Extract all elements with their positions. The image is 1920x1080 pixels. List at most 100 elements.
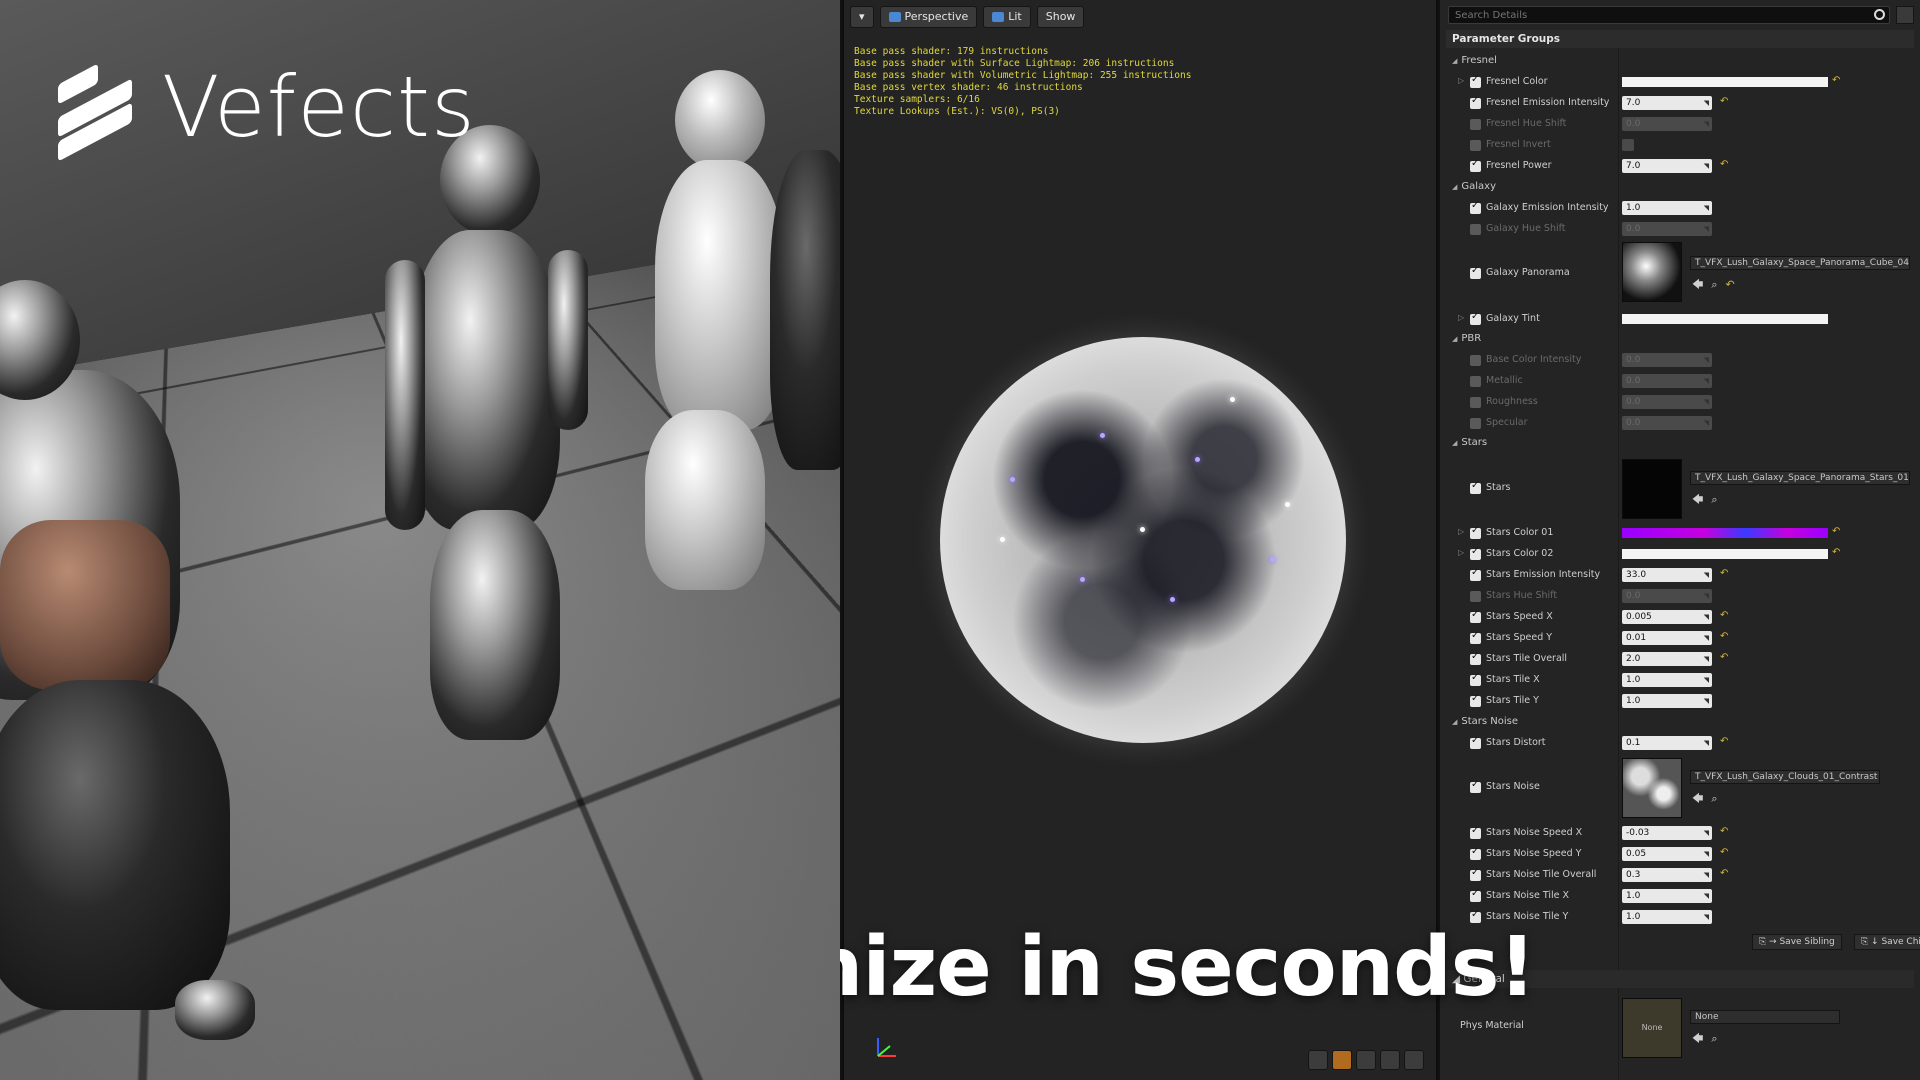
reset-arrow-icon[interactable]: ↶ <box>1720 96 1728 107</box>
use-selected-icon[interactable]: 🡄 <box>1692 792 1711 805</box>
galaxy-panorama-asset-picker[interactable]: T_VFX_Lush_Galaxy_Space_Panorama_Cube_04 <box>1690 256 1910 270</box>
value-field[interactable]: 0.0 <box>1622 353 1712 367</box>
reset-arrow-icon[interactable]: ↶ <box>1720 652 1728 663</box>
value-field[interactable]: 1.0 <box>1622 694 1712 708</box>
reset-arrow-icon[interactable]: ↶ <box>1720 736 1728 747</box>
reset-arrow-icon[interactable]: ↶ <box>1720 610 1728 621</box>
bool-checkbox[interactable] <box>1622 139 1634 151</box>
reset-arrow-icon[interactable]: ↶ <box>1720 847 1728 858</box>
checkbox[interactable] <box>1470 693 1481 707</box>
value-field[interactable]: 2.0 <box>1622 652 1712 666</box>
reset-arrow-icon[interactable]: ↶ <box>1720 826 1728 837</box>
reset-arrow-icon[interactable]: ↶ <box>1720 631 1728 642</box>
reset-arrow-icon[interactable]: ↶ <box>1720 868 1728 879</box>
use-selected-icon[interactable]: 🡄 <box>1692 493 1711 506</box>
checkbox[interactable] <box>1470 525 1481 539</box>
plane-icon[interactable] <box>1356 1050 1376 1070</box>
checkbox[interactable] <box>1470 418 1481 429</box>
checkbox[interactable] <box>1470 630 1481 644</box>
checkbox[interactable] <box>1470 888 1481 902</box>
checkbox[interactable] <box>1470 265 1481 279</box>
use-selected-icon[interactable]: 🡄 <box>1692 278 1711 291</box>
cylinder-icon[interactable] <box>1308 1050 1328 1070</box>
value-field[interactable]: 0.0 <box>1622 589 1712 603</box>
checkbox[interactable] <box>1470 74 1481 88</box>
sphere-icon[interactable] <box>1332 1050 1352 1070</box>
checkbox[interactable] <box>1470 119 1481 130</box>
value-field[interactable]: 0.0 <box>1622 374 1712 388</box>
checkbox[interactable] <box>1470 158 1481 172</box>
perspective-button[interactable]: Perspective <box>879 6 978 28</box>
value-field[interactable]: -0.03 <box>1622 826 1712 840</box>
expand-arrow-icon[interactable]: ▷ <box>1458 76 1464 85</box>
browse-icon[interactable]: ⌕ <box>1711 1032 1725 1045</box>
value-field[interactable]: 7.0 <box>1622 96 1712 110</box>
checkbox[interactable] <box>1470 591 1481 602</box>
value-field[interactable]: 0.0 <box>1622 222 1712 236</box>
phys-material-picker[interactable]: None <box>1690 1010 1840 1024</box>
viewport-options-button[interactable]: ▾ <box>850 6 874 28</box>
checkbox[interactable] <box>1470 546 1481 560</box>
value-field[interactable]: 0.3 <box>1622 868 1712 882</box>
view-options-icon[interactable] <box>1896 6 1914 24</box>
checkbox[interactable] <box>1470 567 1481 581</box>
checkbox[interactable] <box>1470 672 1481 686</box>
phys-material-thumbnail[interactable]: None <box>1622 998 1682 1058</box>
group-stars[interactable]: Stars <box>1452 437 1487 448</box>
value-field[interactable]: 1.0 <box>1622 673 1712 687</box>
checkbox[interactable] <box>1470 355 1481 366</box>
reset-arrow-icon[interactable]: ↶ <box>1832 526 1840 537</box>
save-sibling-button[interactable]: ⎘ → Save Sibling <box>1752 934 1842 950</box>
reset-arrow-icon[interactable]: ↶ <box>1720 159 1728 170</box>
use-selected-icon[interactable]: 🡄 <box>1692 1032 1711 1045</box>
checkbox[interactable] <box>1470 140 1481 151</box>
material-preview-viewport[interactable]: ▾ Perspective Lit Show Base pass shader:… <box>842 0 1438 1080</box>
value-field[interactable]: 0.05 <box>1622 847 1712 861</box>
checkbox[interactable] <box>1470 846 1481 860</box>
reset-arrow-icon[interactable]: ↶ <box>1726 278 1743 291</box>
checkbox[interactable] <box>1470 779 1481 793</box>
checkbox[interactable] <box>1470 825 1481 839</box>
value-field[interactable]: 1.0 <box>1622 201 1712 215</box>
search-input[interactable] <box>1449 7 1889 23</box>
checkbox[interactable] <box>1470 224 1481 235</box>
teapot-icon[interactable] <box>1404 1050 1424 1070</box>
stars-asset-picker[interactable]: T_VFX_Lush_Galaxy_Space_Panorama_Stars_0… <box>1690 471 1910 485</box>
lit-button[interactable]: Lit <box>983 6 1031 28</box>
reset-arrow-icon[interactable]: ↶ <box>1832 75 1840 86</box>
show-button[interactable]: Show <box>1036 6 1085 28</box>
expand-arrow-icon[interactable]: ▷ <box>1458 548 1464 557</box>
group-stars-noise[interactable]: Stars Noise <box>1452 716 1518 727</box>
group-galaxy[interactable]: Galaxy <box>1452 181 1496 192</box>
value-field[interactable]: 7.0 <box>1622 159 1712 173</box>
reset-arrow-icon[interactable]: ↶ <box>1720 568 1728 579</box>
value-field[interactable]: 0.1 <box>1622 736 1712 750</box>
color-swatch[interactable] <box>1622 77 1828 87</box>
color-swatch[interactable] <box>1622 314 1828 324</box>
value-field[interactable]: 0.0 <box>1622 416 1712 430</box>
color-swatch[interactable] <box>1622 549 1828 559</box>
group-pbr[interactable]: PBR <box>1452 333 1481 344</box>
group-fresnel[interactable]: Fresnel <box>1452 55 1497 66</box>
checkbox[interactable] <box>1470 867 1481 881</box>
value-field[interactable]: 33.0 <box>1622 568 1712 582</box>
value-field[interactable]: 1.0 <box>1622 889 1712 903</box>
browse-icon[interactable]: ⌕ <box>1711 792 1725 805</box>
cube-icon[interactable] <box>1380 1050 1400 1070</box>
value-field[interactable]: 0.0 <box>1622 117 1712 131</box>
browse-icon[interactable]: ⌕ <box>1711 278 1725 291</box>
checkbox[interactable] <box>1470 95 1481 109</box>
checkbox[interactable] <box>1470 397 1481 408</box>
search-icon[interactable] <box>1874 9 1885 20</box>
stars-noise-asset-picker[interactable]: T_VFX_Lush_Galaxy_Clouds_01_Contrast <box>1690 770 1880 784</box>
browse-icon[interactable]: ⌕ <box>1711 493 1725 506</box>
color-swatch[interactable] <box>1622 528 1828 538</box>
value-field[interactable]: 0.005 <box>1622 610 1712 624</box>
checkbox[interactable] <box>1470 735 1481 749</box>
value-field[interactable]: 0.01 <box>1622 631 1712 645</box>
checkbox[interactable] <box>1470 311 1481 325</box>
value-field[interactable]: 0.0 <box>1622 395 1712 409</box>
checkbox[interactable] <box>1470 651 1481 665</box>
value-field[interactable]: 1.0 <box>1622 910 1712 924</box>
checkbox[interactable] <box>1470 200 1481 214</box>
